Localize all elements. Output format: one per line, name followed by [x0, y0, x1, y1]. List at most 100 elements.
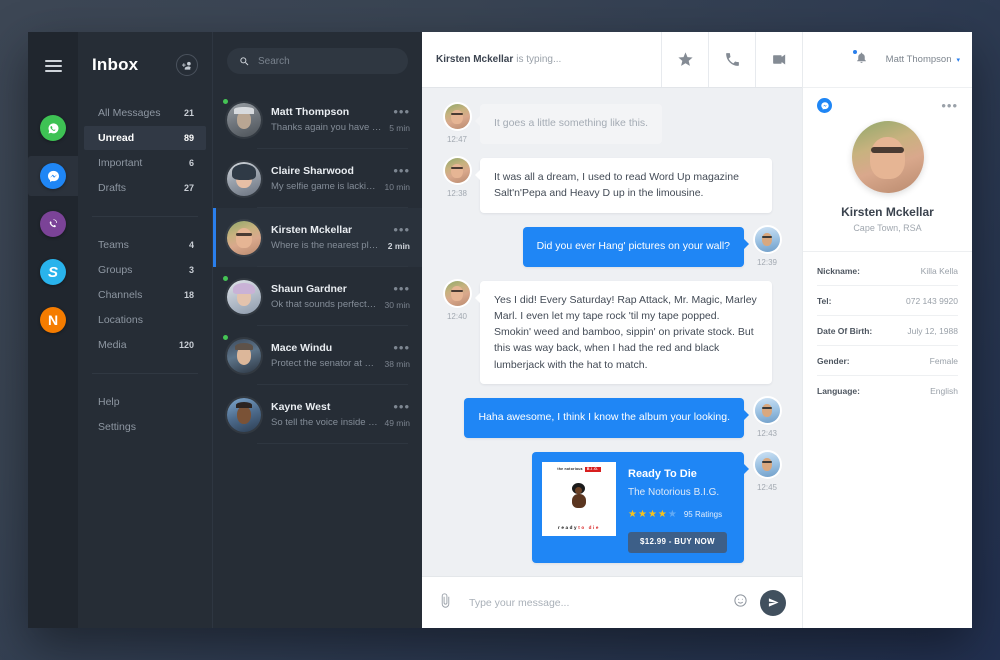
more-options-icon[interactable]: ••• — [393, 282, 410, 295]
message-thread: 12:47 It goes a little something like th… — [422, 88, 802, 576]
nav-item-help[interactable]: Help — [84, 390, 206, 414]
nav-item-locations[interactable]: Locations — [84, 308, 206, 332]
timestamp: 30 min — [384, 299, 410, 310]
timestamp: 2 min — [387, 240, 410, 251]
nav-label: Media — [98, 339, 127, 351]
message-preview: Thanks again you have been... — [271, 122, 383, 133]
timestamp: 10 min — [384, 181, 410, 192]
favorite-button[interactable] — [661, 32, 708, 87]
list-item[interactable]: Mace Windu ••• Protect the senator at al… — [213, 326, 422, 385]
cover-baby-figure — [568, 483, 590, 513]
avatar — [227, 102, 261, 137]
typing-status-text: is typing... — [516, 54, 562, 65]
emoji-picker-button[interactable] — [733, 593, 748, 613]
send-paper-plane-icon — [768, 598, 779, 607]
field-value: 072 143 9920 — [906, 295, 958, 306]
field-label: Nickname: — [817, 265, 860, 276]
whatsapp-icon — [40, 115, 66, 141]
message-bubble: Yes I did! Every Saturday! Rap Attack, M… — [475, 280, 772, 384]
list-item[interactable]: Claire Sharwood ••• My selfie game is la… — [213, 149, 422, 208]
search-icon — [240, 56, 249, 65]
list-item-selected[interactable]: Kirsten Mckellar ••• Where is the neares… — [213, 208, 422, 267]
profile-field-language: Language: English — [817, 376, 958, 406]
cover-bottom-ready: ready — [557, 524, 579, 530]
profile-field-tel: Tel: 072 143 9920 — [817, 286, 958, 316]
smiley-icon — [734, 593, 747, 607]
send-message-button[interactable] — [760, 589, 786, 616]
selection-indicator — [213, 208, 216, 267]
nav-label: Groups — [98, 264, 133, 276]
search-input[interactable]: Search — [227, 48, 408, 74]
video-call-button[interactable] — [755, 32, 802, 87]
attach-file-button[interactable] — [438, 592, 453, 613]
chevron-down-icon[interactable]: ▾ — [956, 56, 960, 64]
online-status-dot — [223, 276, 228, 281]
nav-item-media[interactable]: Media 120 — [84, 333, 206, 357]
favorite-star-icon — [677, 52, 693, 66]
more-options-icon[interactable]: ••• — [393, 223, 410, 236]
voice-call-button[interactable] — [708, 32, 755, 87]
message-incoming: 12:47 It goes a little something like th… — [440, 104, 784, 144]
buy-now-button[interactable]: $12.99 - BUY NOW — [628, 531, 727, 553]
rail-app-skype[interactable]: S — [28, 252, 78, 292]
more-options-icon[interactable]: ••• — [393, 400, 410, 413]
messenger-icon — [817, 98, 832, 113]
nav-item-teams[interactable]: Teams 4 — [84, 233, 206, 257]
cover-small-text: the notorious — [557, 467, 583, 471]
field-label: Language: — [817, 386, 860, 396]
message-incoming: 12:40 Yes I did! Every Saturday! Rap Att… — [440, 280, 784, 384]
star-icon: ★ — [657, 509, 667, 521]
list-item[interactable]: Kayne West ••• So tell the voice inside … — [213, 385, 422, 444]
nav-count: 4 — [188, 240, 194, 250]
star-icon: ★ — [628, 509, 637, 521]
nav-item-channels[interactable]: Channels 18 — [84, 283, 206, 307]
phone-call-icon — [725, 53, 739, 66]
nav-item-important[interactable]: Important 6 — [84, 151, 206, 175]
message-bubble: Haha awesome, I think I know the album y… — [464, 397, 749, 438]
message-preview: Where is the nearest place to... — [271, 240, 382, 251]
field-value: Killa Kella — [920, 265, 958, 276]
typing-contact-name: Kirsten Mckellar — [436, 54, 514, 65]
nav-item-groups[interactable]: Groups 3 — [84, 258, 206, 282]
nav-label: Channels — [98, 289, 143, 301]
notifications-button[interactable] — [852, 49, 868, 69]
more-options-icon[interactable]: ••• — [393, 341, 410, 354]
rail-app-messenger[interactable] — [28, 156, 78, 196]
message-incoming: 12:38 It was all a dream, I used to read… — [440, 158, 784, 213]
nav-item-drafts[interactable]: Drafts 27 — [84, 176, 206, 200]
more-options-icon[interactable]: ••• — [393, 105, 410, 118]
profile-location: Cape Town, RSA — [853, 223, 922, 233]
nav-label: Settings — [98, 421, 136, 433]
nav-item-settings[interactable]: Settings — [84, 415, 206, 439]
message-preview: Ok that sounds perfect 👍 — [271, 299, 379, 310]
nav-item-unread[interactable]: Unread 89 — [84, 126, 206, 150]
star-icon-empty: ★ — [667, 509, 677, 521]
avatar — [754, 226, 780, 252]
conversation-list: Matt Thompson ••• Thanks again you have … — [213, 90, 422, 628]
rail-app-nimbuzz[interactable]: N — [28, 300, 78, 340]
list-item[interactable]: Shaun Gardner ••• Ok that sounds perfect… — [213, 267, 422, 326]
rail-app-whatsapp[interactable] — [28, 108, 78, 148]
message-input[interactable] — [469, 596, 733, 609]
nav-item-all-messages[interactable]: All Messages 21 — [84, 101, 206, 125]
album-card[interactable]: the notorious B.I.G. readyto die Ready T… — [532, 451, 749, 563]
profile-panel: Matt Thompson ▾ ••• Kirsten Mckellar Cap… — [802, 32, 972, 628]
rail-app-viber[interactable] — [28, 204, 78, 244]
album-cover-art: the notorious B.I.G. readyto die — [542, 461, 616, 536]
list-item[interactable]: Matt Thompson ••• Thanks again you have … — [213, 90, 422, 149]
nav-group-primary: All Messages 21 Unread 89 Important 6 Dr… — [78, 94, 212, 207]
more-options-icon[interactable]: ••• — [393, 164, 410, 177]
chat-header: Kirsten Mckellar is typing... — [422, 32, 802, 88]
message-bubble: Did you ever Hang' pictures on your wall… — [522, 226, 750, 267]
more-options-icon[interactable]: ••• — [941, 99, 958, 112]
hamburger-menu-button[interactable] — [28, 42, 78, 90]
avatar — [227, 279, 261, 314]
conversation-list-panel: Search Matt Thompson ••• Thanks again yo… — [212, 32, 422, 628]
add-contact-button[interactable] — [176, 54, 198, 76]
online-status-dot — [223, 99, 228, 104]
message-preview: Protect the senator at all costs. — [271, 358, 378, 369]
album-title: Ready To Die — [628, 467, 697, 480]
nimbuzz-icon: N — [40, 307, 66, 333]
message-composer — [422, 576, 802, 628]
typing-indicator: Kirsten Mckellar is typing... — [422, 32, 661, 87]
